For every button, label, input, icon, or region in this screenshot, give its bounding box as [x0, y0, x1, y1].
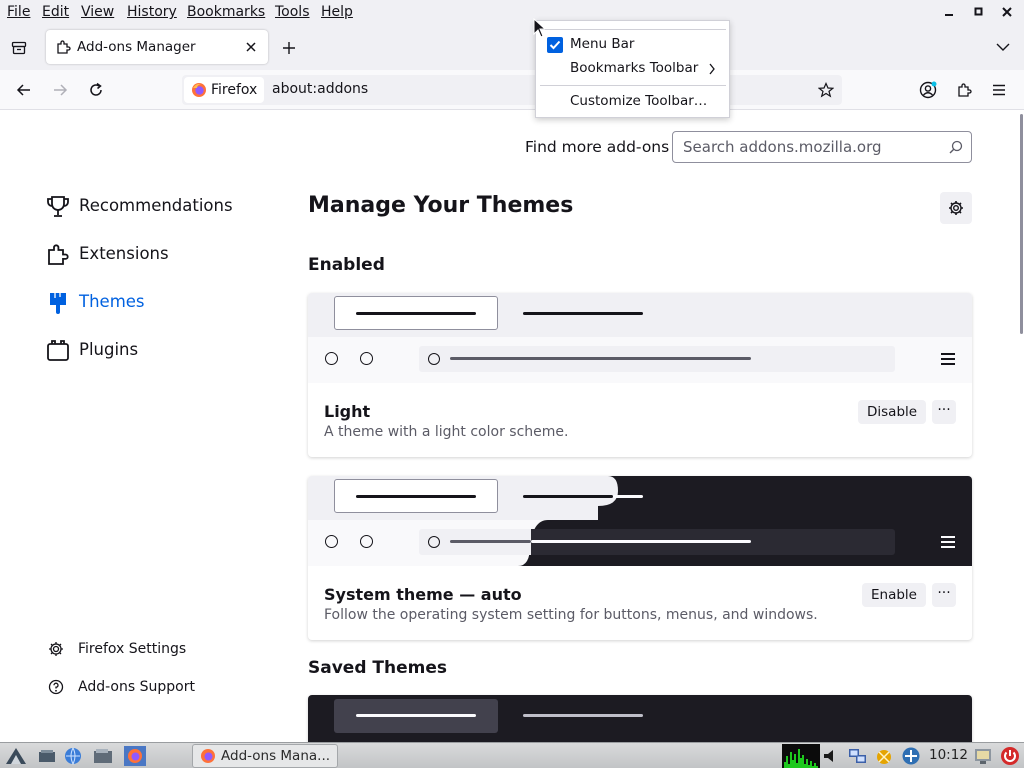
updates-icon[interactable] — [901, 746, 921, 766]
firefox-logo-icon — [192, 83, 206, 97]
cpu-monitor-icon — [782, 744, 820, 768]
firefox-settings-link[interactable]: Firefox Settings — [46, 641, 196, 661]
category-extensions[interactable]: Extensions — [46, 240, 196, 270]
firefox-launcher-icon[interactable] — [124, 746, 146, 766]
menu-separator — [540, 29, 726, 30]
gear-icon — [949, 201, 963, 215]
identity-box[interactable]: Firefox — [184, 77, 264, 103]
power-icon[interactable] — [1000, 746, 1020, 766]
web-browser-icon[interactable] — [64, 747, 82, 765]
volume-icon[interactable] — [822, 749, 842, 763]
extensions-icon[interactable] — [956, 82, 972, 98]
tab-title: Add-ons Manager — [77, 39, 196, 55]
scrollbar-thumb[interactable] — [1020, 114, 1023, 334]
menu-item-customize-toolbar[interactable]: Customize Toolbar… — [570, 93, 707, 109]
account-icon[interactable] — [919, 81, 937, 99]
puzzle-icon — [57, 40, 71, 54]
back-icon[interactable] — [16, 82, 32, 98]
identity-label: Firefox — [211, 82, 258, 98]
search-icon — [949, 140, 963, 154]
tools-gear-button[interactable] — [940, 192, 972, 224]
menu-bar: File Edit View History Bookmarks Tools H… — [0, 0, 1024, 24]
new-tab-icon[interactable] — [282, 41, 296, 55]
navigation-bar: Firefox about:addons — [0, 70, 1024, 110]
gear-icon — [49, 642, 63, 656]
enabled-heading: Enabled — [308, 255, 385, 275]
taskbar-window-firefox[interactable]: Add-ons Mana... — [192, 744, 338, 768]
disable-button[interactable]: Disable — [858, 400, 927, 424]
theme-description: Follow the operating system setting for … — [324, 607, 818, 623]
menu-history[interactable]: History — [127, 4, 177, 20]
more-options-button[interactable]: ··· — [932, 583, 956, 607]
addons-support-link[interactable]: Add-ons Support — [46, 679, 196, 699]
hamburger-menu-icon[interactable] — [992, 83, 1006, 97]
theme-card-light[interactable]: Light A theme with a light color scheme.… — [308, 293, 972, 457]
theme-card-saved[interactable] — [308, 695, 972, 742]
checkbox-checked-icon[interactable] — [547, 37, 563, 53]
theme-card-system-auto[interactable]: System theme — auto Follow the operating… — [308, 476, 972, 640]
enable-button[interactable]: Enable — [862, 583, 926, 607]
toolbar-context-menu: Menu Bar Bookmarks Toolbar Customize Too… — [535, 20, 730, 118]
category-themes[interactable]: Themes — [46, 288, 196, 318]
close-tab-icon[interactable] — [245, 41, 257, 53]
menu-file[interactable]: File — [7, 4, 30, 20]
tab-addons-manager[interactable]: Add-ons Manager — [46, 30, 268, 64]
firefox-view-icon[interactable] — [11, 40, 27, 56]
close-window-icon[interactable] — [1001, 6, 1013, 18]
more-options-button[interactable]: ··· — [932, 400, 956, 424]
url-text[interactable]: about:addons — [272, 81, 368, 97]
clock: 10:12 — [929, 747, 968, 763]
menu-item-bookmarks-toolbar[interactable]: Bookmarks Toolbar — [570, 60, 698, 76]
list-all-tabs-icon[interactable] — [996, 42, 1010, 52]
display-settings-icon[interactable] — [974, 747, 992, 765]
show-desktop-icon[interactable] — [38, 748, 56, 764]
menu-view[interactable]: View — [81, 4, 114, 20]
notification-icon[interactable] — [874, 747, 894, 765]
brush-icon — [50, 293, 66, 314]
saved-themes-heading: Saved Themes — [308, 658, 448, 678]
minimize-icon[interactable] — [943, 6, 955, 18]
theme-description: A theme with a light color scheme. — [324, 424, 569, 440]
mouse-cursor-icon — [533, 18, 545, 38]
page-title: Manage Your Themes — [308, 193, 574, 218]
maximize-icon[interactable] — [973, 6, 985, 18]
chevron-right-icon — [709, 63, 715, 75]
menu-item-menu-bar[interactable]: Menu Bar — [570, 36, 634, 52]
bookmark-star-icon[interactable] — [818, 82, 834, 98]
url-bar[interactable]: Firefox about:addons — [182, 75, 842, 105]
file-manager-icon[interactable] — [93, 748, 113, 764]
menu-edit[interactable]: Edit — [42, 4, 69, 20]
menu-tools[interactable]: Tools — [275, 4, 310, 20]
start-menu-icon[interactable] — [4, 746, 28, 766]
theme-preview-system — [308, 476, 972, 566]
find-more-label: Find more add-ons — [525, 138, 670, 156]
menu-help[interactable]: Help — [321, 4, 353, 20]
reload-icon[interactable] — [88, 82, 104, 98]
menu-separator — [540, 85, 726, 86]
addons-page: Find more add-ons Search addons.mozilla.… — [0, 111, 1024, 742]
trophy-icon — [47, 196, 69, 217]
menu-bookmarks[interactable]: Bookmarks — [187, 4, 265, 20]
network-icon[interactable] — [848, 747, 868, 765]
help-icon — [48, 679, 64, 695]
puzzle-icon — [48, 244, 69, 265]
theme-preview-light — [308, 293, 972, 383]
theme-name: Light — [324, 402, 371, 421]
search-placeholder: Search addons.mozilla.org — [683, 138, 882, 156]
theme-name: System theme — auto — [324, 585, 522, 604]
firefox-logo-icon — [201, 749, 215, 763]
category-plugins[interactable]: Plugins — [46, 336, 196, 366]
search-input[interactable]: Search addons.mozilla.org — [672, 131, 972, 163]
forward-icon[interactable] — [52, 82, 68, 98]
taskbar: Add-ons Mana... 10:12 — [0, 742, 1024, 768]
tab-bar: Add-ons Manager — [0, 24, 1024, 70]
category-recommendations[interactable]: Recommendations — [46, 192, 236, 222]
plugin-icon — [47, 340, 69, 361]
